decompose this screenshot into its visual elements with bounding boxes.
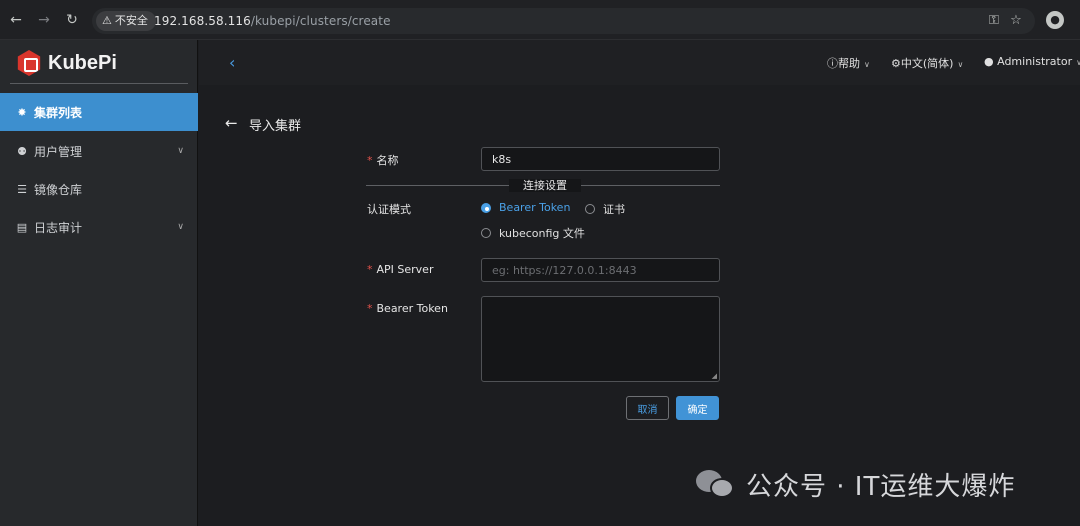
required-mark: * [367, 302, 373, 315]
sidebar-item-clusters[interactable]: ✸ 集群列表 [0, 93, 198, 131]
watermark: 公众号 · IT运维大爆炸 [696, 466, 1015, 502]
api-server-label-text: API Server [376, 263, 434, 276]
radio-dot [481, 228, 491, 238]
user-icon: ⚉ [17, 144, 27, 158]
insecure-label: 不安全 [114, 14, 148, 27]
bookmark-star-icon[interactable]: ☆ [1006, 11, 1026, 31]
help-label: 帮助 [838, 57, 860, 70]
sidebar-item-label: 集群列表 [34, 105, 83, 120]
radio-dot [585, 204, 595, 214]
logo-divider [10, 83, 188, 84]
name-input[interactable]: k8s [481, 147, 720, 171]
layers-icon: ☰ [17, 182, 27, 196]
back-arrow-icon[interactable]: ← [225, 114, 238, 132]
security-chip[interactable]: ⚠ 不安全 [96, 11, 156, 31]
main-content: ← 导入集群 * 名称 k8s 连接设置 认证模式 Bearer Token 证书… [199, 85, 1080, 526]
kubepi-logo-icon [17, 50, 41, 76]
key-icon[interactable]: ⚿ [984, 11, 1004, 31]
url-text[interactable]: 192.168.58.116/kubepi/clusters/create [154, 8, 391, 34]
radio-dot [481, 202, 491, 213]
sidebar-item-users[interactable]: ⚉ 用户管理 ∨ [0, 132, 198, 170]
globe-icon: ⚙ [891, 57, 901, 70]
auth-mode-label: 认证模式 [367, 203, 411, 216]
radio-kubeconfig[interactable]: kubeconfig 文件 [481, 225, 585, 241]
confirm-button[interactable]: 确定 [676, 396, 719, 420]
url-host: 192.168.58.116 [154, 14, 251, 28]
api-server-label: * API Server [367, 263, 433, 276]
name-label: * 名称 [367, 152, 399, 168]
user-menu[interactable]: ● Administrator ∨ [984, 55, 1080, 68]
sidebar-item-label: 用户管理 [34, 144, 83, 159]
resize-grip-icon[interactable]: ◢ [712, 372, 717, 380]
url-path: /kubepi/clusters/create [250, 14, 391, 28]
bearer-token-textarea[interactable]: ◢ [481, 296, 720, 382]
radio-bearer-token[interactable]: Bearer Token [481, 201, 570, 214]
chevron-down-icon: ∨ [1076, 58, 1080, 67]
cancel-button[interactable]: 取消 [626, 396, 669, 420]
bearer-token-label: * Bearer Token [367, 302, 448, 315]
sidebar-item-registry[interactable]: ☰ 镜像仓库 [0, 170, 198, 208]
chevron-down-icon: ∨ [177, 146, 184, 156]
user-avatar-icon: ● [984, 55, 994, 68]
log-icon: ▤ [16, 220, 28, 234]
logo-text: KubePi [48, 51, 117, 74]
top-header: ‹ ⓘ帮助 ∨ ⚙中文(简体) ∨ ● Administrator ∨ [199, 40, 1080, 85]
chevron-down-icon: ∨ [957, 60, 964, 69]
watermark-text: 公众号 · IT运维大爆炸 [746, 471, 1016, 502]
sidebar-item-audit[interactable]: ▤ 日志审计 ∨ [0, 208, 198, 246]
page-title: 导入集群 [249, 119, 302, 134]
sidebar-item-label: 镜像仓库 [34, 182, 83, 197]
bearer-token-label-text: Bearer Token [376, 302, 448, 315]
sidebar-item-label: 日志审计 [34, 220, 83, 235]
api-server-input[interactable]: eg: https://127.0.0.1:8443 [481, 258, 720, 282]
help-menu[interactable]: ⓘ帮助 ∨ [827, 55, 870, 71]
required-mark: * [367, 263, 373, 276]
radio-label: 证书 [603, 203, 625, 216]
logo[interactable]: KubePi [16, 48, 117, 78]
sidebar: KubePi ✸ 集群列表 ⚉ 用户管理 ∨ ☰ 镜像仓库 ▤ 日志审计 ∨ [0, 40, 198, 526]
radio-label: Bearer Token [499, 201, 571, 214]
warning-icon: ⚠ [102, 14, 112, 27]
profile-avatar-icon[interactable]: ● [1046, 11, 1064, 29]
help-icon: ⓘ [827, 57, 838, 70]
back-icon[interactable]: ← [6, 10, 26, 30]
forward-icon[interactable]: → [34, 10, 54, 30]
language-label: 中文(简体) [900, 57, 954, 70]
wechat-icon [696, 468, 736, 500]
radio-label: kubeconfig 文件 [499, 227, 585, 240]
section-label: 连接设置 [509, 179, 581, 192]
name-label-text: 名称 [376, 154, 399, 167]
collapse-sidebar-icon[interactable]: ‹ [229, 53, 235, 72]
address-bar[interactable]: ⚠ 不安全 192.168.58.116/kubepi/clusters/crea… [92, 8, 1035, 34]
browser-toolbar: ← → ↻ ⚠ 不安全 192.168.58.116/kubepi/cluster… [0, 0, 1080, 40]
chevron-down-icon: ∨ [177, 222, 184, 232]
chevron-down-icon: ∨ [864, 60, 870, 69]
cluster-icon: ✸ [17, 105, 27, 119]
reload-icon[interactable]: ↻ [62, 10, 82, 30]
radio-certificate[interactable]: 证书 [585, 201, 625, 217]
user-label: Administrator [997, 55, 1073, 68]
language-menu[interactable]: ⚙中文(简体) ∨ [891, 55, 963, 71]
required-mark: * [367, 154, 373, 167]
